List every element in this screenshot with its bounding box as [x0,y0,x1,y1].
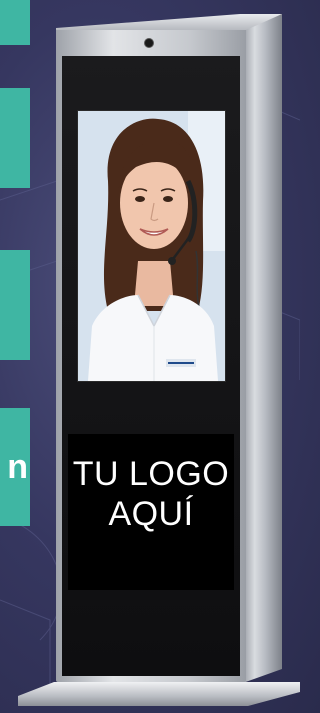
logo-placeholder-line-1: TU LOGO [72,455,230,493]
kiosk-screen [77,110,226,382]
teal-accent-block [0,250,30,360]
kiosk-base [18,682,300,706]
cropped-letter-glyph: n [7,448,28,486]
logo-placeholder-line-2: AQUÍ [108,495,194,533]
woman-with-headset-photo [78,111,225,381]
teal-accent-block [0,88,30,188]
logo-placeholder-text: TU LOGO AQUÍ [68,454,234,534]
teal-accent-block: n [0,408,30,526]
kiosk-side-panel [240,14,282,684]
teal-accent-block [0,0,30,45]
camera-icon [144,38,154,48]
